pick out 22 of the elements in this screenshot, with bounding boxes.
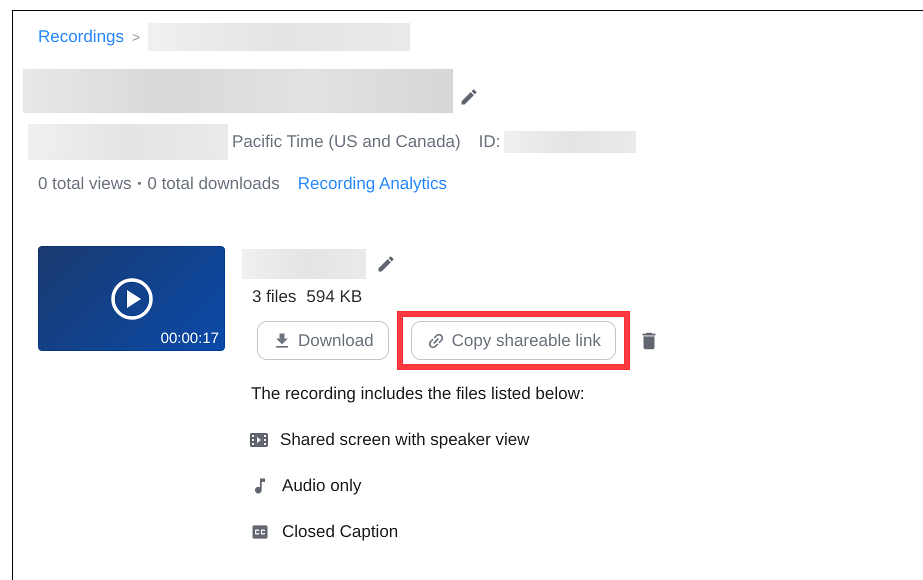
file-name: Shared screen with speaker view <box>280 430 530 450</box>
file-name: Closed Caption <box>282 522 398 542</box>
edit-icon[interactable] <box>459 87 479 107</box>
breadcrumb-link[interactable]: Recordings <box>38 27 124 47</box>
file-name: Audio only <box>282 476 362 496</box>
meeting-id-label: ID: <box>478 132 500 152</box>
film-strip-icon <box>250 433 268 447</box>
edit-icon[interactable] <box>376 254 396 274</box>
analytics-link[interactable]: Recording Analytics <box>298 174 448 194</box>
breadcrumb-separator: > <box>132 29 140 45</box>
copy-link-button[interactable]: Copy shareable link <box>410 321 616 360</box>
video-thumbnail[interactable]: 00:00:17 <box>38 246 225 351</box>
duration-text: 00:00:17 <box>160 330 219 347</box>
downloads-count: 0 total downloads <box>147 174 280 194</box>
views-count: 0 total views <box>38 174 132 194</box>
download-button[interactable]: Download <box>257 321 389 360</box>
files-count: 3 files <box>252 287 296 307</box>
timezone-text: Pacific Time (US and Canada) <box>232 132 461 152</box>
separator-dot: • <box>138 178 142 190</box>
files-heading: The recording includes the files listed below: <box>251 384 586 404</box>
file-size: 594 KB <box>306 287 362 307</box>
play-icon <box>110 276 154 320</box>
